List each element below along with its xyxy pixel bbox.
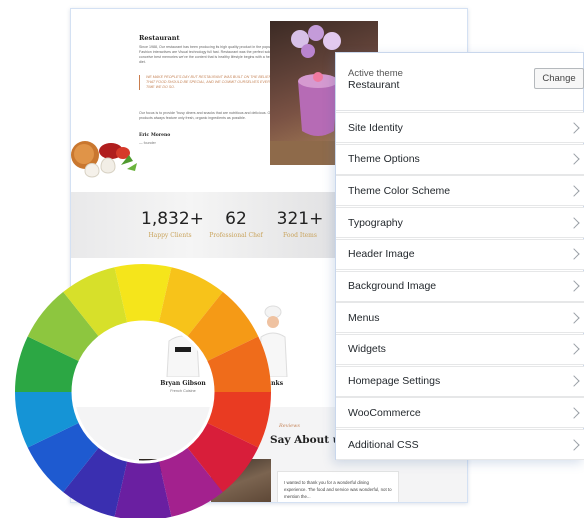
chevron-right-icon (568, 280, 580, 292)
stat-professional-chef: 62 Professional Chef (209, 209, 263, 239)
menu-item-label: Theme Options (348, 153, 420, 166)
stat-number: 1,832+ (141, 209, 204, 229)
chevron-right-icon (568, 312, 580, 324)
active-theme-name: Restaurant (348, 79, 400, 91)
color-wheel-inner-edge (71, 320, 215, 464)
menu-item-label: Widgets (348, 343, 386, 356)
chevron-right-icon (568, 216, 580, 229)
menu-item-label: Background Image (348, 280, 437, 292)
chevron-right-icon (568, 185, 580, 197)
chevron-right-icon (568, 153, 580, 165)
menu-item-label: Typography (348, 216, 403, 229)
menu-item-additional-css[interactable]: Additional CSS (336, 429, 584, 460)
stat-number: 321+ (276, 209, 324, 229)
menu-item-background-image[interactable]: Background Image (336, 270, 584, 302)
change-theme-button[interactable]: Change (534, 68, 584, 89)
menu-item-header-image[interactable]: Header Image (336, 238, 584, 270)
menu-item-label: WooCommerce (348, 406, 421, 419)
stat-label: Professional Chef (209, 232, 263, 239)
menu-item-theme-color-scheme[interactable]: Theme Color Scheme (336, 175, 584, 207)
menu-item-typography[interactable]: Typography (336, 207, 584, 239)
about-text: Since 1988, Our restaurant has been prod… (139, 45, 281, 64)
vegetables-image (71, 141, 137, 178)
about-text-2: Our focus is to provide "busy diners and… (139, 111, 274, 120)
menu-item-label: Header Image (348, 248, 415, 261)
menu-item-menus[interactable]: Menus (336, 302, 584, 334)
stat-label: Happy Clients (148, 232, 192, 239)
author-name: Eric Moreno (139, 133, 171, 138)
about-quote: WE MAKE PEOPLE'S DAY BUT RESTAURANT WAS … (139, 75, 279, 90)
chevron-right-icon (568, 438, 580, 451)
chevron-right-icon (568, 121, 580, 134)
stat-food-items: 321+ Food Items (275, 209, 325, 239)
stat-label: Food Items (283, 232, 317, 239)
menu-item-woocommerce[interactable]: WooCommerce (336, 397, 584, 429)
menu-item-site-identity[interactable]: Site Identity (336, 112, 584, 143)
stat-number: 62 (225, 209, 247, 229)
menu-item-label: Menus (348, 311, 380, 324)
chevron-right-icon (568, 375, 580, 387)
stat-happy-clients: 1,832+ Happy Clients (141, 209, 204, 239)
menu-item-label: Theme Color Scheme (348, 184, 451, 197)
menu-item-label: Additional CSS (348, 438, 419, 451)
chevron-right-icon (568, 343, 580, 356)
chevron-right-icon (568, 407, 580, 419)
section-eyebrow: Reviews (279, 423, 300, 429)
menu-item-widgets[interactable]: Widgets (336, 333, 584, 365)
menu-item-label: Homepage Settings (348, 375, 441, 388)
chevron-right-icon (568, 248, 580, 260)
about-title: Restaurant (139, 34, 180, 42)
screen: Restaurant Since 1988, Our restaurant ha… (0, 0, 584, 518)
active-theme-label: Active theme (348, 68, 403, 79)
author-role: — founder (139, 141, 156, 145)
menu-item-theme-options[interactable]: Theme Options (336, 143, 584, 175)
active-theme-header: Active theme Restaurant Change (336, 53, 584, 111)
color-wheel-graphic (15, 264, 271, 518)
menu-item-label: Site Identity (348, 121, 403, 134)
testimonial-card: I wanted to thank you for a wonderful di… (277, 471, 399, 502)
customizer-panel: Active theme Restaurant Change Site Iden… (335, 52, 584, 460)
menu-item-homepage-settings[interactable]: Homepage Settings (336, 365, 584, 397)
